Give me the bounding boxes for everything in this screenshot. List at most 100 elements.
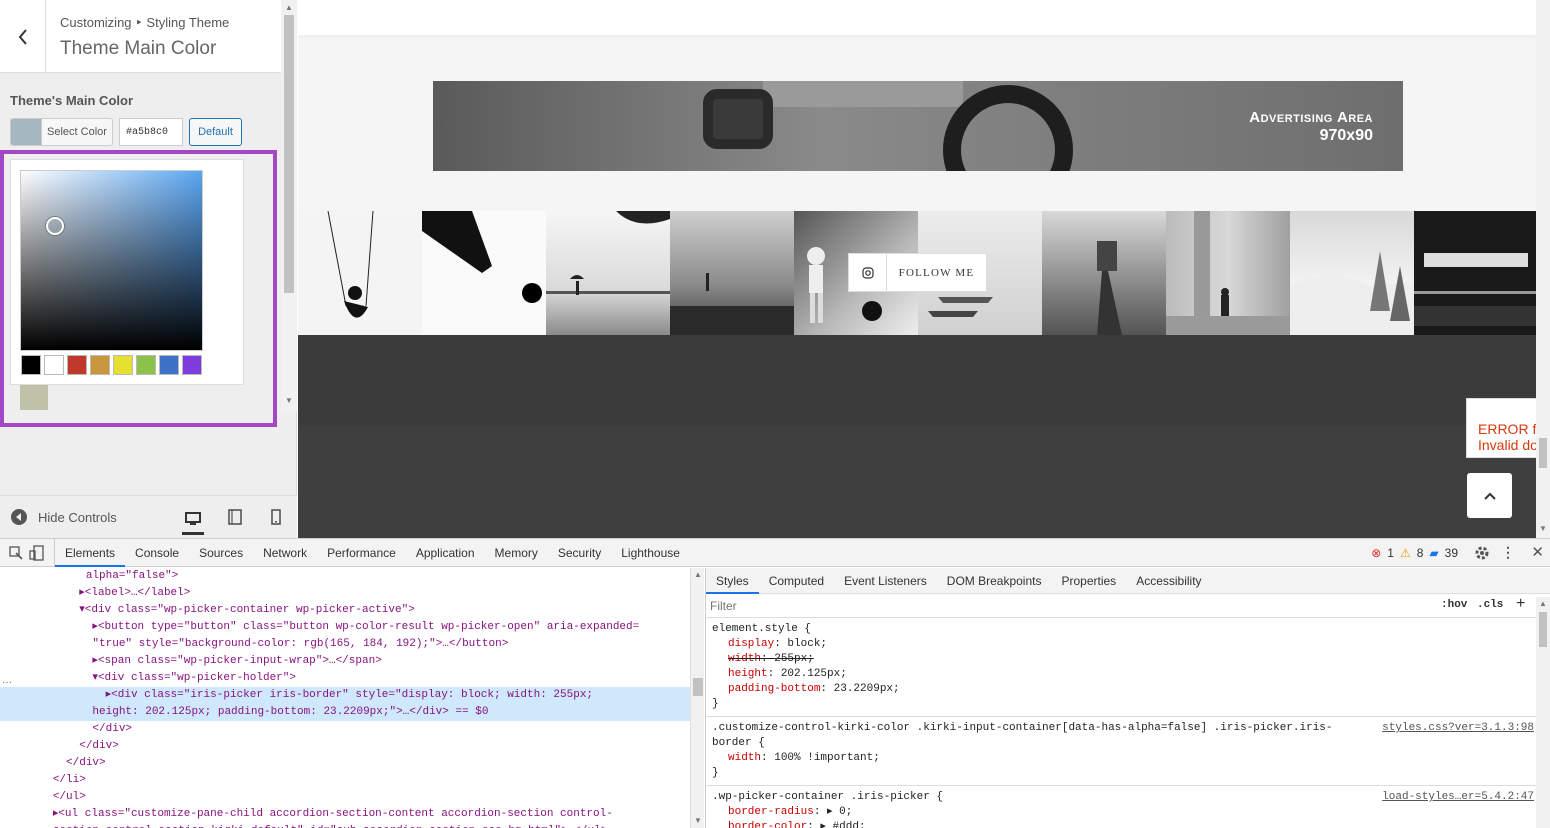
- gallery-image-fog[interactable]: [670, 211, 794, 335]
- collapse-arrow-icon: [11, 509, 27, 525]
- devtools-tab[interactable]: Lighthouse: [611, 539, 690, 567]
- dom-node-text: </ul>: [52, 791, 86, 803]
- dom-node-line[interactable]: section control-section-kirki-default" i…: [0, 823, 690, 828]
- styles-tab[interactable]: DOM Breakpoints: [937, 568, 1052, 594]
- styles-tab[interactable]: Event Listeners: [834, 568, 937, 594]
- dom-node-line[interactable]: ▸<label>…</label>: [0, 585, 690, 602]
- dom-node-line[interactable]: ▸<div class="iris-picker iris-border" st…: [0, 687, 690, 704]
- css-value: 255px;: [774, 653, 814, 665]
- gallery-image-umbrella[interactable]: [546, 211, 670, 335]
- gallery-image-dock[interactable]: [1042, 211, 1166, 335]
- inspect-element-icon[interactable]: [8, 545, 24, 561]
- scroll-up-icon[interactable]: ▲: [1539, 599, 1547, 608]
- hex-color-input[interactable]: [119, 118, 183, 146]
- devtools-tab[interactable]: Performance: [317, 539, 406, 567]
- scroll-down-icon[interactable]: ▼: [285, 396, 293, 405]
- style-rule-element: element.style { display: block; width: 25…: [706, 618, 1550, 717]
- more-options-icon[interactable]: ⋮: [1501, 544, 1515, 561]
- back-to-top-button[interactable]: [1467, 473, 1512, 518]
- devtools-tab[interactable]: Network: [253, 539, 317, 567]
- gallery-image-pen[interactable]: [422, 211, 546, 335]
- css-declaration[interactable]: border-radius: ▸ 0;: [712, 805, 1544, 820]
- scrollbar-thumb[interactable]: [1539, 438, 1547, 468]
- css-declaration[interactable]: border-color: ▸ #ddd;: [712, 820, 1544, 828]
- dom-node-line[interactable]: height: 202.125px; padding-bottom: 23.22…: [0, 704, 690, 721]
- styles-scrollbar[interactable]: ▲: [1536, 597, 1550, 828]
- gallery-image-station[interactable]: [1414, 211, 1536, 335]
- styles-filter-input[interactable]: [710, 597, 1430, 615]
- styles-tab[interactable]: Computed: [759, 568, 834, 594]
- hover-state-toggle[interactable]: :hov: [1441, 599, 1467, 611]
- rule-prop[interactable]: width: [712, 752, 761, 764]
- tablet-preview-button[interactable]: [224, 506, 246, 528]
- gallery-image-swing[interactable]: [298, 211, 422, 335]
- scroll-up-icon[interactable]: ▲: [285, 3, 293, 12]
- mobile-preview-button[interactable]: [265, 506, 287, 528]
- dom-node-line[interactable]: ▸<button type="button" class="button wp-…: [0, 619, 690, 636]
- dom-tree: alpha="false"> ▸<label>…</label> ▾<div c…: [0, 568, 690, 828]
- scrollbar-thumb[interactable]: [284, 15, 294, 293]
- ellipsis-icon[interactable]: ···: [2, 677, 12, 688]
- dom-node-line[interactable]: </div>: [0, 721, 690, 738]
- devtools-tab[interactable]: Elements: [55, 539, 126, 567]
- class-toggle[interactable]: .cls: [1477, 599, 1503, 611]
- scroll-down-icon[interactable]: ▼: [1539, 524, 1547, 533]
- rule-source-link[interactable]: styles.css?ver=3.1.3:98: [1382, 721, 1534, 736]
- dom-node-line[interactable]: ▸<ul class="customize-pane-child accordi…: [0, 806, 690, 823]
- devtools-tab[interactable]: Console: [125, 539, 189, 567]
- device-toolbar-icon[interactable]: [28, 544, 46, 561]
- select-color-label: Select Color: [47, 126, 107, 138]
- select-color-button[interactable]: Select Color: [10, 118, 113, 146]
- rule-source-link[interactable]: load-styles…er=5.4.2:47: [1382, 790, 1534, 805]
- dom-node-line[interactable]: </div>: [0, 738, 690, 755]
- sidebar-header: Customizing ‣ Styling Theme Theme Main C…: [0, 0, 281, 73]
- devtools-tab[interactable]: Application: [406, 539, 485, 567]
- new-rule-button[interactable]: +: [1516, 595, 1525, 613]
- breadcrumb: Customizing ‣ Styling Theme: [60, 15, 230, 30]
- dom-node-line[interactable]: alpha="false">: [0, 568, 690, 585]
- styles-tab[interactable]: Properties: [1051, 568, 1126, 594]
- scrollbar-thumb[interactable]: [1539, 612, 1547, 647]
- css-declaration[interactable]: display: block;: [712, 637, 1544, 652]
- scroll-up-icon[interactable]: ▲: [694, 570, 702, 579]
- default-button[interactable]: Default: [189, 118, 242, 146]
- css-declaration[interactable]: padding-bottom: 23.2209px;: [712, 682, 1544, 697]
- dom-indent: [0, 570, 86, 582]
- devtools-tab[interactable]: Memory: [485, 539, 548, 567]
- follow-me-button[interactable]: FOLLOW ME: [848, 253, 987, 292]
- control-label: Theme's Main Color: [10, 93, 133, 108]
- styles-tab[interactable]: Accessibility: [1126, 568, 1211, 594]
- settings-icon[interactable]: [1474, 545, 1490, 564]
- close-devtools-icon[interactable]: ✕: [1531, 543, 1544, 561]
- hide-controls-button[interactable]: Hide Controls: [10, 508, 117, 526]
- console-status[interactable]: ⊗ 1 ⚠ 8 ▰ 39: [1371, 546, 1458, 560]
- scroll-down-icon[interactable]: ▼: [694, 816, 702, 825]
- dom-node-text: </div>: [66, 757, 106, 769]
- dom-scrollbar[interactable]: ▲ ▼: [690, 568, 704, 828]
- dom-node-line[interactable]: "true" style="background-color: rgb(165,…: [0, 636, 690, 653]
- dom-node-line[interactable]: ▸<span class="wp-picker-input-wrap">…</s…: [0, 653, 690, 670]
- rule-props: display: block; width: 255px; height: 202.…: [712, 637, 1544, 697]
- devtools-tab[interactable]: Sources: [189, 539, 253, 567]
- tablet-icon: [228, 509, 242, 525]
- css-declaration[interactable]: height: 202.125px;: [712, 667, 1544, 682]
- dom-node-line[interactable]: ▾<div class="wp-picker-holder">: [0, 670, 690, 687]
- preview-scrollbar[interactable]: ▼: [1536, 0, 1550, 538]
- dom-node-line[interactable]: </ul>: [0, 789, 690, 806]
- dom-node-line[interactable]: </li>: [0, 772, 690, 789]
- devtools-tab[interactable]: Security: [548, 539, 611, 567]
- desktop-preview-button[interactable]: [182, 506, 204, 535]
- dom-node-line[interactable]: </div>: [0, 755, 690, 772]
- station-scene: [1414, 253, 1536, 326]
- css-declaration[interactable]: width: 255px;: [712, 652, 1544, 667]
- gallery-image-building[interactable]: [1166, 211, 1290, 335]
- sidebar-scrollbar[interactable]: ▲ ▼: [281, 0, 297, 412]
- advertising-banner[interactable]: Advertising Area 970x90: [433, 81, 1403, 171]
- back-button[interactable]: [0, 0, 46, 73]
- rule-val[interactable]: 100% !important;: [774, 752, 880, 764]
- scrollbar-thumb[interactable]: [693, 678, 703, 696]
- dom-node-line[interactable]: ▾<div class="wp-picker-container wp-pick…: [0, 602, 690, 619]
- styles-tab[interactable]: Styles: [706, 568, 759, 594]
- hide-controls-label: Hide Controls: [38, 509, 117, 525]
- gallery-image-snow[interactable]: [1290, 211, 1414, 335]
